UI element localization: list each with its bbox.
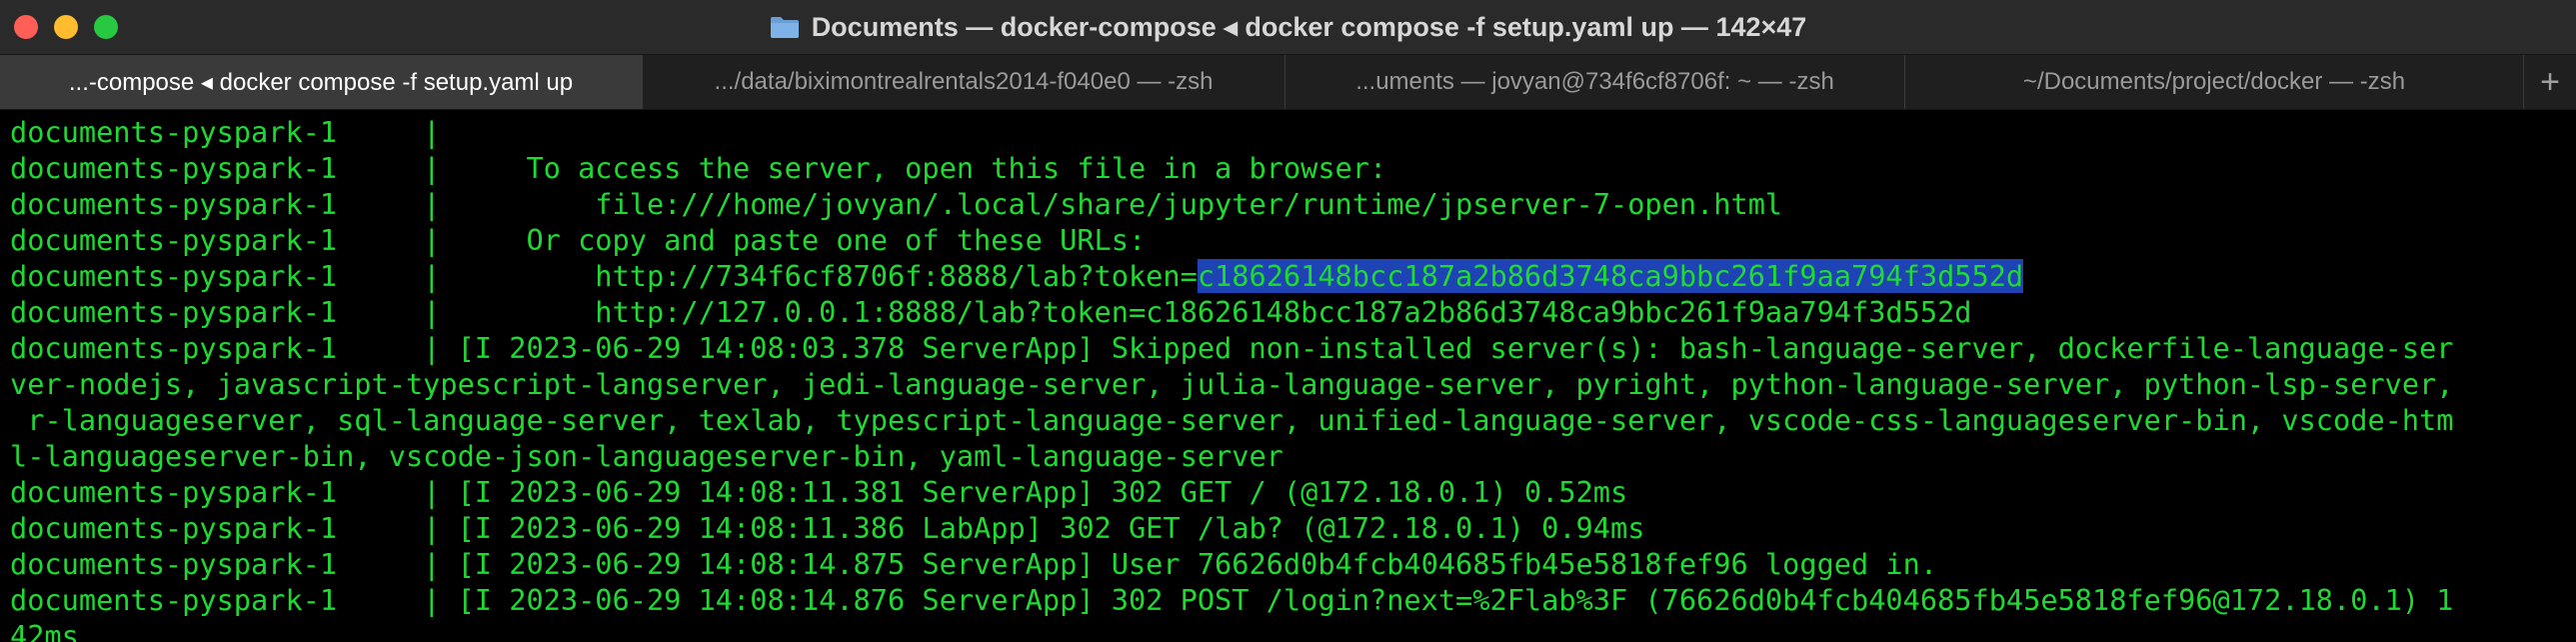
close-button[interactable] [14,15,38,39]
terminal-line: documents-pyspark-1 | [10,115,441,149]
maximize-button[interactable] [94,15,118,39]
terminal-window: Documents — docker-compose ◂ docker comp… [0,0,2576,642]
terminal-line: documents-pyspark-1 | [I 2023-06-29 14:0… [10,475,1628,509]
close-icon [14,15,38,39]
terminal-line: documents-pyspark-1 | [I 2023-06-29 14:0… [10,511,1645,545]
tab-label: ~/Documents/project/docker — -zsh [2022,68,2406,95]
window-title-group: Documents — docker-compose ◂ docker comp… [770,11,1807,43]
new-tab-button[interactable]: + [2524,55,2576,109]
minimize-button[interactable] [54,15,78,39]
minimize-icon [54,15,78,39]
plus-icon: + [2540,62,2560,101]
tab-label: ...uments — jovyan@734f6cf8706f: ~ — -zs… [1355,68,1834,95]
tab-label: .../data/biximontrealrentals2014-f040e0 … [714,68,1214,95]
tab-bixi-data-zsh[interactable]: .../data/biximontrealrentals2014-f040e0 … [643,55,1286,109]
tab-jovyan-zsh[interactable]: ...uments — jovyan@734f6cf8706f: ~ — -zs… [1286,55,1905,109]
maximize-icon [94,15,118,39]
window-title: Documents — docker-compose ◂ docker comp… [811,11,1807,42]
terminal-line: l-languageserver-bin, vscode-json-langua… [10,439,1284,473]
tab-label: ...-compose ◂ docker compose -f setup.ya… [68,68,574,96]
tab-project-docker-zsh[interactable]: ~/Documents/project/docker — -zsh [1905,55,2524,109]
terminal-line: documents-pyspark-1 | file:///home/jovya… [10,187,1783,221]
terminal-line: documents-pyspark-1 | [I 2023-06-29 14:0… [10,331,2454,365]
selected-token-text[interactable]: c18626148bcc187a2b86d3748ca9bbc261f9aa79… [1197,259,2024,293]
terminal-line: documents-pyspark-1 | http://734f6cf8706… [10,258,2576,294]
terminal-line: documents-pyspark-1 | [I 2023-06-29 14:0… [10,547,1938,581]
folder-icon [770,15,800,39]
terminal-line: documents-pyspark-1 | To access the serv… [10,151,1387,185]
terminal-line: r-languageserver, sql-language-server, t… [10,403,2454,437]
terminal-line: ver-nodejs, javascript-typescript-langse… [10,367,2454,401]
terminal-line-text: documents-pyspark-1 | http://734f6cf8706… [10,259,1198,293]
tab-docker-compose[interactable]: ...-compose ◂ docker compose -f setup.ya… [0,55,643,109]
terminal-line: documents-pyspark-1 | [I 2023-06-29 14:0… [10,583,2454,617]
terminal-line: documents-pyspark-1 | http://127.0.0.1:8… [10,295,1972,329]
terminal-line: documents-pyspark-1 | Or copy and paste … [10,223,1147,257]
terminal-line: 42ms [10,619,79,642]
tab-bar: ...-compose ◂ docker compose -f setup.ya… [0,54,2576,110]
title-bar[interactable]: Documents — docker-compose ◂ docker comp… [0,0,2576,54]
terminal-output[interactable]: documents-pyspark-1 | documents-pyspark-… [0,110,2576,642]
